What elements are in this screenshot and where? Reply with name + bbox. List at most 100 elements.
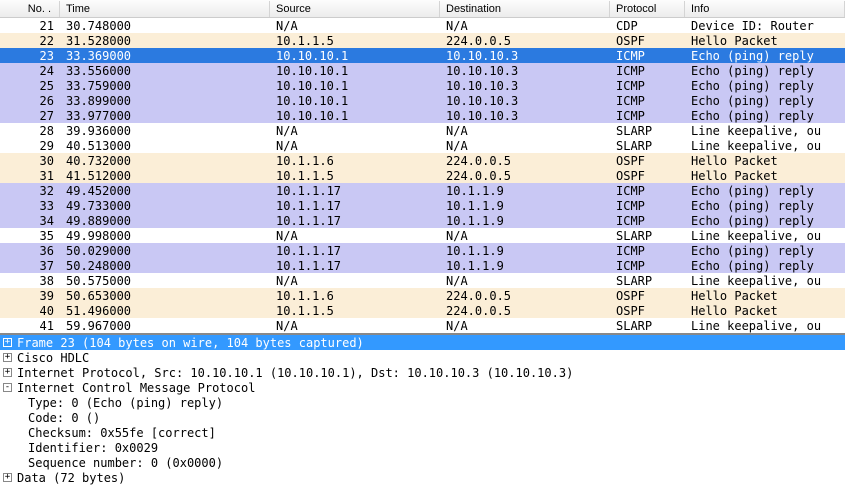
packet-row[interactable]: 2733.97700010.10.10.110.10.10.3ICMPEcho … bbox=[0, 108, 845, 123]
cell-info: Echo (ping) reply bbox=[685, 184, 845, 198]
packet-row[interactable]: 3349.73300010.1.1.1710.1.1.9ICMPEcho (pi… bbox=[0, 198, 845, 213]
cell-protocol: SLARP bbox=[610, 319, 685, 333]
cell-info: Echo (ping) reply bbox=[685, 49, 845, 63]
cell-destination: 224.0.0.5 bbox=[440, 304, 610, 318]
cell-info: Hello Packet bbox=[685, 169, 845, 183]
packet-list[interactable]: No. . Time Source Destination Protocol I… bbox=[0, 0, 845, 333]
packet-detail-pane[interactable]: + Frame 23 (104 bytes on wire, 104 bytes… bbox=[0, 333, 845, 485]
detail-l2[interactable]: + Cisco HDLC bbox=[0, 350, 845, 365]
cell-protocol: SLARP bbox=[610, 229, 685, 243]
packet-row[interactable]: 2333.36900010.10.10.110.10.10.3ICMPEcho … bbox=[0, 48, 845, 63]
cell-no: 23 bbox=[0, 49, 60, 63]
cell-source: 10.1.1.17 bbox=[270, 199, 440, 213]
cell-no: 29 bbox=[0, 139, 60, 153]
cell-time: 33.759000 bbox=[60, 79, 270, 93]
col-header-no[interactable]: No. . bbox=[0, 1, 60, 17]
cell-info: Line keepalive, ou bbox=[685, 229, 845, 243]
packet-row[interactable]: 2130.748000N/AN/ACDPDevice ID: Router bbox=[0, 18, 845, 33]
detail-ip-text: Internet Protocol, Src: 10.10.10.1 (10.1… bbox=[17, 366, 573, 380]
packet-row[interactable]: 3141.51200010.1.1.5224.0.0.5OSPFHello Pa… bbox=[0, 168, 845, 183]
packet-row[interactable]: 3850.575000N/AN/ASLARPLine keepalive, ou bbox=[0, 273, 845, 288]
packet-row[interactable]: 2839.936000N/AN/ASLARPLine keepalive, ou bbox=[0, 123, 845, 138]
cell-info: Hello Packet bbox=[685, 304, 845, 318]
packet-row[interactable]: 4051.49600010.1.1.5224.0.0.5OSPFHello Pa… bbox=[0, 303, 845, 318]
detail-icmp-type[interactable]: Type: 0 (Echo (ping) reply) bbox=[0, 395, 845, 410]
cell-protocol: ICMP bbox=[610, 259, 685, 273]
cell-source: 10.1.1.5 bbox=[270, 304, 440, 318]
packet-row[interactable]: 3249.45200010.1.1.1710.1.1.9ICMPEcho (pi… bbox=[0, 183, 845, 198]
cell-no: 30 bbox=[0, 154, 60, 168]
cell-info: Echo (ping) reply bbox=[685, 244, 845, 258]
cell-protocol: ICMP bbox=[610, 244, 685, 258]
packet-row[interactable]: 3040.73200010.1.1.6224.0.0.5OSPFHello Pa… bbox=[0, 153, 845, 168]
col-header-time[interactable]: Time bbox=[60, 1, 270, 17]
detail-icmp-checksum[interactable]: Checksum: 0x55fe [correct] bbox=[0, 425, 845, 440]
cell-no: 40 bbox=[0, 304, 60, 318]
cell-info: Echo (ping) reply bbox=[685, 79, 845, 93]
packet-row[interactable]: 3750.24800010.1.1.1710.1.1.9ICMPEcho (pi… bbox=[0, 258, 845, 273]
cell-source: 10.1.1.5 bbox=[270, 34, 440, 48]
packet-row[interactable]: 3950.65300010.1.1.6224.0.0.5OSPFHello Pa… bbox=[0, 288, 845, 303]
cell-destination: 10.1.1.9 bbox=[440, 214, 610, 228]
cell-info: Echo (ping) reply bbox=[685, 64, 845, 78]
packet-row[interactable]: 2231.52800010.1.1.5224.0.0.5OSPFHello Pa… bbox=[0, 33, 845, 48]
cell-time: 33.369000 bbox=[60, 49, 270, 63]
cell-destination: 224.0.0.5 bbox=[440, 34, 610, 48]
expand-icon[interactable]: + bbox=[2, 367, 13, 378]
cell-info: Line keepalive, ou bbox=[685, 139, 845, 153]
packet-row[interactable]: 3449.88900010.1.1.1710.1.1.9ICMPEcho (pi… bbox=[0, 213, 845, 228]
packet-row[interactable]: 4159.967000N/AN/ASLARPLine keepalive, ou bbox=[0, 318, 845, 333]
cell-source: 10.1.1.17 bbox=[270, 259, 440, 273]
detail-ip[interactable]: + Internet Protocol, Src: 10.10.10.1 (10… bbox=[0, 365, 845, 380]
packet-row[interactable]: 2633.89900010.10.10.110.10.10.3ICMPEcho … bbox=[0, 93, 845, 108]
cell-destination: 10.10.10.3 bbox=[440, 94, 610, 108]
cell-destination: 224.0.0.5 bbox=[440, 289, 610, 303]
cell-info: Line keepalive, ou bbox=[685, 124, 845, 138]
cell-protocol: OSPF bbox=[610, 304, 685, 318]
col-header-destination[interactable]: Destination bbox=[440, 1, 610, 17]
packet-row[interactable]: 2433.55600010.10.10.110.10.10.3ICMPEcho … bbox=[0, 63, 845, 78]
detail-icmp[interactable]: - Internet Control Message Protocol bbox=[0, 380, 845, 395]
cell-time: 49.733000 bbox=[60, 199, 270, 213]
cell-source: N/A bbox=[270, 124, 440, 138]
cell-no: 32 bbox=[0, 184, 60, 198]
cell-time: 39.936000 bbox=[60, 124, 270, 138]
cell-time: 49.889000 bbox=[60, 214, 270, 228]
cell-destination: 10.1.1.9 bbox=[440, 259, 610, 273]
cell-source: 10.10.10.1 bbox=[270, 94, 440, 108]
detail-icmp-identifier[interactable]: Identifier: 0x0029 bbox=[0, 440, 845, 455]
cell-protocol: OSPF bbox=[610, 34, 685, 48]
cell-time: 40.513000 bbox=[60, 139, 270, 153]
detail-frame[interactable]: + Frame 23 (104 bytes on wire, 104 bytes… bbox=[0, 335, 845, 350]
cell-no: 27 bbox=[0, 109, 60, 123]
cell-protocol: ICMP bbox=[610, 49, 685, 63]
cell-time: 50.248000 bbox=[60, 259, 270, 273]
cell-destination: 10.10.10.3 bbox=[440, 79, 610, 93]
cell-destination: 10.1.1.9 bbox=[440, 244, 610, 258]
cell-protocol: ICMP bbox=[610, 109, 685, 123]
detail-icmp-code[interactable]: Code: 0 () bbox=[0, 410, 845, 425]
expand-icon[interactable]: + bbox=[2, 472, 13, 483]
packet-row[interactable]: 3650.02900010.1.1.1710.1.1.9ICMPEcho (pi… bbox=[0, 243, 845, 258]
packet-row[interactable]: 3549.998000N/AN/ASLARPLine keepalive, ou bbox=[0, 228, 845, 243]
detail-frame-text: Frame 23 (104 bytes on wire, 104 bytes c… bbox=[17, 336, 364, 350]
packet-row[interactable]: 2533.75900010.10.10.110.10.10.3ICMPEcho … bbox=[0, 78, 845, 93]
expand-icon[interactable]: + bbox=[2, 352, 13, 363]
col-header-protocol[interactable]: Protocol bbox=[610, 1, 685, 17]
cell-no: 37 bbox=[0, 259, 60, 273]
column-headers[interactable]: No. . Time Source Destination Protocol I… bbox=[0, 0, 845, 18]
cell-no: 22 bbox=[0, 34, 60, 48]
cell-source: 10.1.1.17 bbox=[270, 244, 440, 258]
collapse-icon[interactable]: - bbox=[2, 382, 13, 393]
detail-data-text: Data (72 bytes) bbox=[17, 471, 125, 485]
expand-icon[interactable]: + bbox=[2, 337, 13, 348]
cell-source: N/A bbox=[270, 319, 440, 333]
detail-icmp-seq[interactable]: Sequence number: 0 (0x0000) bbox=[0, 455, 845, 470]
col-header-source[interactable]: Source bbox=[270, 1, 440, 17]
packet-row[interactable]: 2940.513000N/AN/ASLARPLine keepalive, ou bbox=[0, 138, 845, 153]
cell-no: 26 bbox=[0, 94, 60, 108]
cell-protocol: SLARP bbox=[610, 274, 685, 288]
cell-time: 51.496000 bbox=[60, 304, 270, 318]
col-header-info[interactable]: Info bbox=[685, 1, 845, 17]
detail-data[interactable]: + Data (72 bytes) bbox=[0, 470, 845, 485]
